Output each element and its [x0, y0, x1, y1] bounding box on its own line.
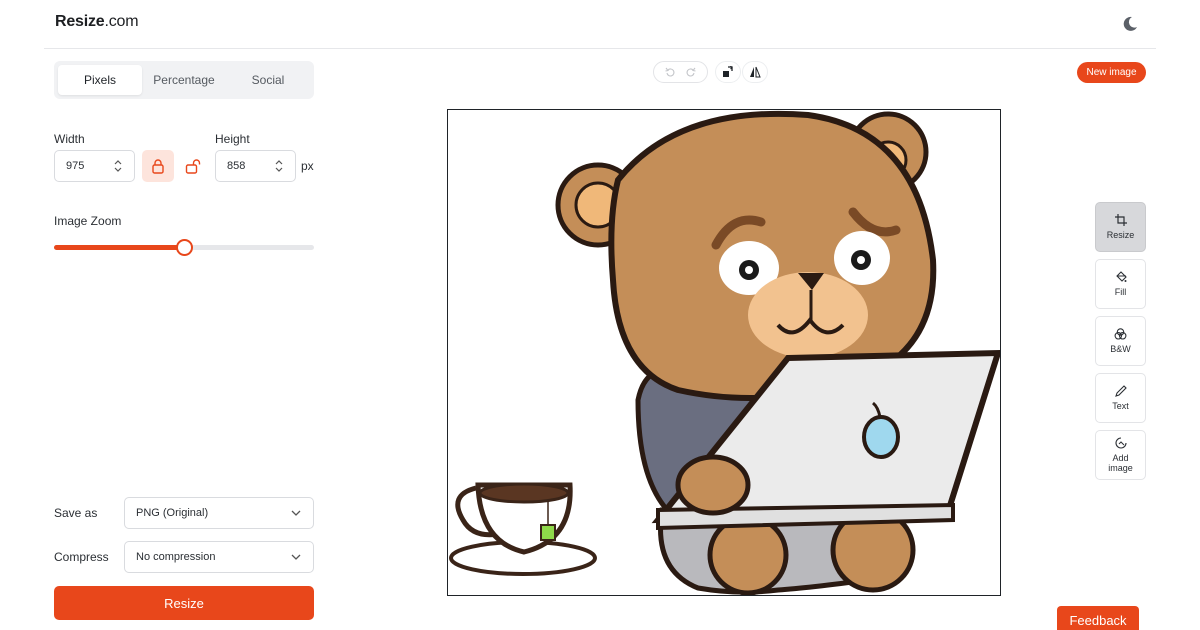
compress-label: Compress	[54, 550, 109, 564]
tool-text[interactable]: Text	[1095, 373, 1146, 423]
width-label: Width	[54, 132, 85, 146]
tool-bw[interactable]: B&W	[1095, 316, 1146, 366]
height-input[interactable]: 858	[215, 150, 296, 182]
logo[interactable]: Resize.com	[55, 13, 139, 31]
new-image-button[interactable]: New image	[1077, 62, 1146, 83]
feedback-button[interactable]: Feedback	[1057, 606, 1139, 630]
lock-aspect-button[interactable]	[142, 150, 174, 182]
flip-icon	[750, 66, 761, 78]
zoom-slider-thumb[interactable]	[176, 239, 193, 256]
height-value: 858	[227, 160, 246, 172]
zoom-slider-fill	[54, 245, 184, 250]
tool-add-image[interactable]: Add image	[1095, 430, 1146, 480]
compress-value: No compression	[136, 551, 216, 563]
chevron-down-icon	[291, 510, 301, 516]
tool-resize[interactable]: Resize	[1095, 202, 1146, 252]
save-as-select[interactable]: PNG (Original)	[124, 497, 314, 529]
resize-button[interactable]: Resize	[54, 586, 314, 620]
stepper-icon[interactable]	[113, 159, 123, 173]
lock-icon	[152, 159, 164, 174]
tool-fill-label: Fill	[1114, 287, 1127, 297]
moon-icon[interactable]	[1120, 14, 1140, 34]
crop-icon	[1114, 214, 1127, 226]
flip-button[interactable]	[742, 61, 768, 83]
chevron-down-icon	[291, 554, 301, 560]
height-label: Height	[215, 132, 250, 146]
logo-main: Resize	[55, 13, 105, 30]
tool-bw-label: B&W	[1110, 344, 1131, 354]
unit-label: px	[301, 159, 314, 173]
tool-fill[interactable]: Fill	[1095, 259, 1146, 309]
header: Resize.com	[44, 0, 1156, 49]
redo-icon[interactable]	[686, 67, 696, 77]
stepper-icon[interactable]	[274, 159, 284, 173]
add-image-icon	[1114, 437, 1127, 449]
zoom-label: Image Zoom	[54, 214, 122, 228]
undo-redo-group	[653, 61, 708, 83]
teacup-illustration	[449, 482, 597, 576]
width-value: 975	[66, 160, 85, 172]
pencil-icon	[1114, 385, 1127, 397]
tab-percentage[interactable]: Percentage	[142, 65, 226, 95]
paint-bucket-icon	[1115, 271, 1127, 282]
zoom-slider[interactable]	[54, 239, 314, 256]
tool-text-label: Text	[1112, 401, 1129, 411]
compress-select[interactable]: No compression	[124, 541, 314, 573]
image-canvas[interactable]	[447, 109, 1001, 596]
rotate-button[interactable]	[715, 61, 741, 83]
rotate-icon	[723, 66, 733, 77]
tab-pixels[interactable]: Pixels	[58, 65, 142, 95]
save-as-label: Save as	[54, 506, 98, 520]
tool-resize-label: Resize	[1106, 230, 1135, 240]
tab-social[interactable]: Social	[226, 65, 310, 95]
undo-icon[interactable]	[665, 67, 675, 77]
unlock-aspect-button[interactable]	[177, 150, 209, 182]
width-input[interactable]: 975	[54, 150, 135, 182]
unlock-icon	[185, 159, 201, 174]
unit-tabs: Pixels Percentage Social	[54, 61, 314, 99]
logo-domain: .com	[104, 13, 139, 30]
tool-add-image-label: Add image	[1108, 453, 1133, 473]
bear-image	[449, 110, 1000, 595]
color-circles-icon	[1114, 328, 1127, 340]
save-as-value: PNG (Original)	[136, 507, 209, 519]
